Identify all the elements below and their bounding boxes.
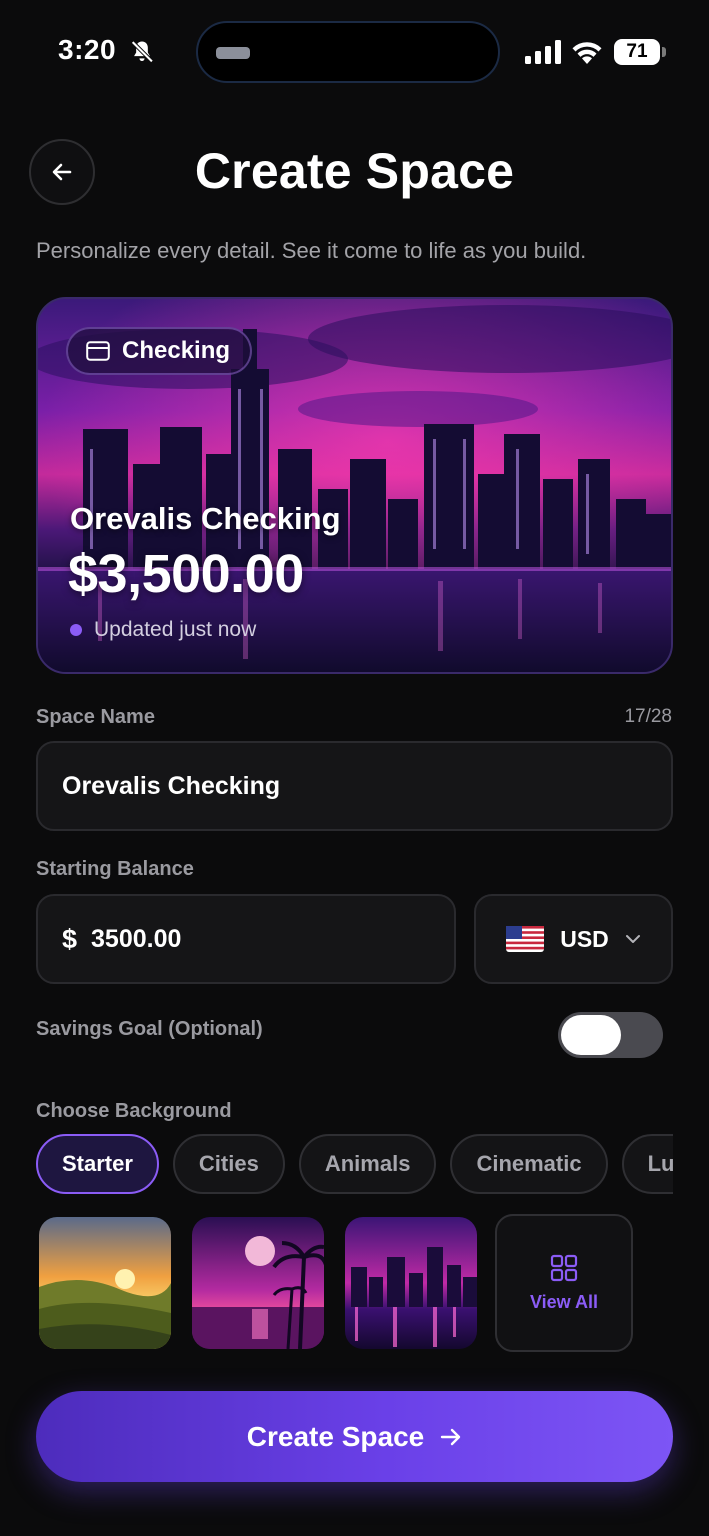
signal-icon — [525, 40, 561, 64]
view-all-backgrounds-button[interactable]: View All — [495, 1214, 633, 1352]
create-space-button[interactable]: Create Space — [36, 1391, 673, 1482]
background-thumb-neon-city-night[interactable] — [345, 1217, 477, 1349]
create-space-screen: 3:20 71 Create Space Personalize every d… — [0, 0, 709, 1536]
battery-icon: 71 — [614, 39, 660, 65]
create-space-button-label: Create Space — [246, 1420, 425, 1452]
dollar-sign-icon: $ — [62, 923, 78, 954]
card-updated-text: Updated just now — [94, 618, 257, 641]
space-name-label: Space Name — [36, 706, 155, 728]
bell-slash-icon — [131, 40, 154, 63]
toggle-knob — [561, 1015, 621, 1055]
space-preview-card: Checking Orevalis Checking $3,500.00 Upd… — [36, 297, 673, 674]
choose-background-label: Choose Background — [36, 1100, 232, 1122]
account-type-pill[interactable]: Checking — [66, 327, 253, 375]
island-indicator — [216, 47, 250, 59]
view-all-label: View All — [529, 1291, 599, 1312]
space-name-input[interactable]: Orevalis Checking — [36, 741, 673, 831]
space-name-value: Orevalis Checking — [62, 771, 281, 800]
page-title: Create Space — [194, 143, 515, 199]
chevron-down-icon — [625, 935, 640, 943]
sunset-meadow-image — [39, 1217, 171, 1349]
starting-balance-label: Starting Balance — [36, 858, 194, 880]
background-category-chips: Starter Cities Animals Cinematic Luxury — [36, 1134, 673, 1196]
arrow-right-icon — [441, 1428, 461, 1445]
neon-city-night-image — [345, 1217, 477, 1349]
background-thumb-purple-moon-beach[interactable] — [192, 1217, 324, 1349]
dynamic-island — [196, 21, 500, 83]
battery-tip — [662, 47, 666, 57]
background-thumb-sunset-meadow[interactable] — [39, 1217, 171, 1349]
grid-icon — [550, 1254, 578, 1281]
card-updated-status: Updated just now — [70, 618, 256, 642]
page-subtitle: Personalize every detail. See it come to… — [36, 238, 587, 263]
chip-starter[interactable]: Starter — [36, 1134, 159, 1194]
currency-value: USD — [560, 925, 609, 952]
savings-goal-toggle[interactable] — [558, 1012, 663, 1058]
chip-cities[interactable]: Cities — [172, 1134, 285, 1194]
chip-luxury[interactable]: Luxury — [621, 1134, 673, 1194]
savings-goal-label: Savings Goal (Optional) — [36, 1018, 263, 1040]
starting-balance-input[interactable]: $ 3500.00 — [36, 894, 456, 984]
starting-balance-value: 3500.00 — [91, 924, 182, 953]
account-type-label: Checking — [122, 337, 231, 364]
us-flag-icon — [506, 926, 545, 952]
space-name-counter: 17/28 — [624, 706, 672, 727]
chip-animals[interactable]: Animals — [298, 1134, 437, 1194]
card-icon — [86, 341, 110, 361]
currency-select[interactable]: USD — [474, 894, 673, 984]
wifi-icon — [572, 42, 602, 64]
chip-row: Starter Cities Animals Cinematic Luxury — [36, 1134, 673, 1194]
status-time: 3:20 — [58, 34, 117, 65]
card-space-name: Orevalis Checking — [70, 501, 341, 536]
chip-cinematic[interactable]: Cinematic — [450, 1134, 608, 1194]
card-balance: $3,500.00 — [68, 544, 304, 604]
purple-moon-beach-image — [192, 1217, 324, 1349]
status-dot — [70, 624, 82, 636]
